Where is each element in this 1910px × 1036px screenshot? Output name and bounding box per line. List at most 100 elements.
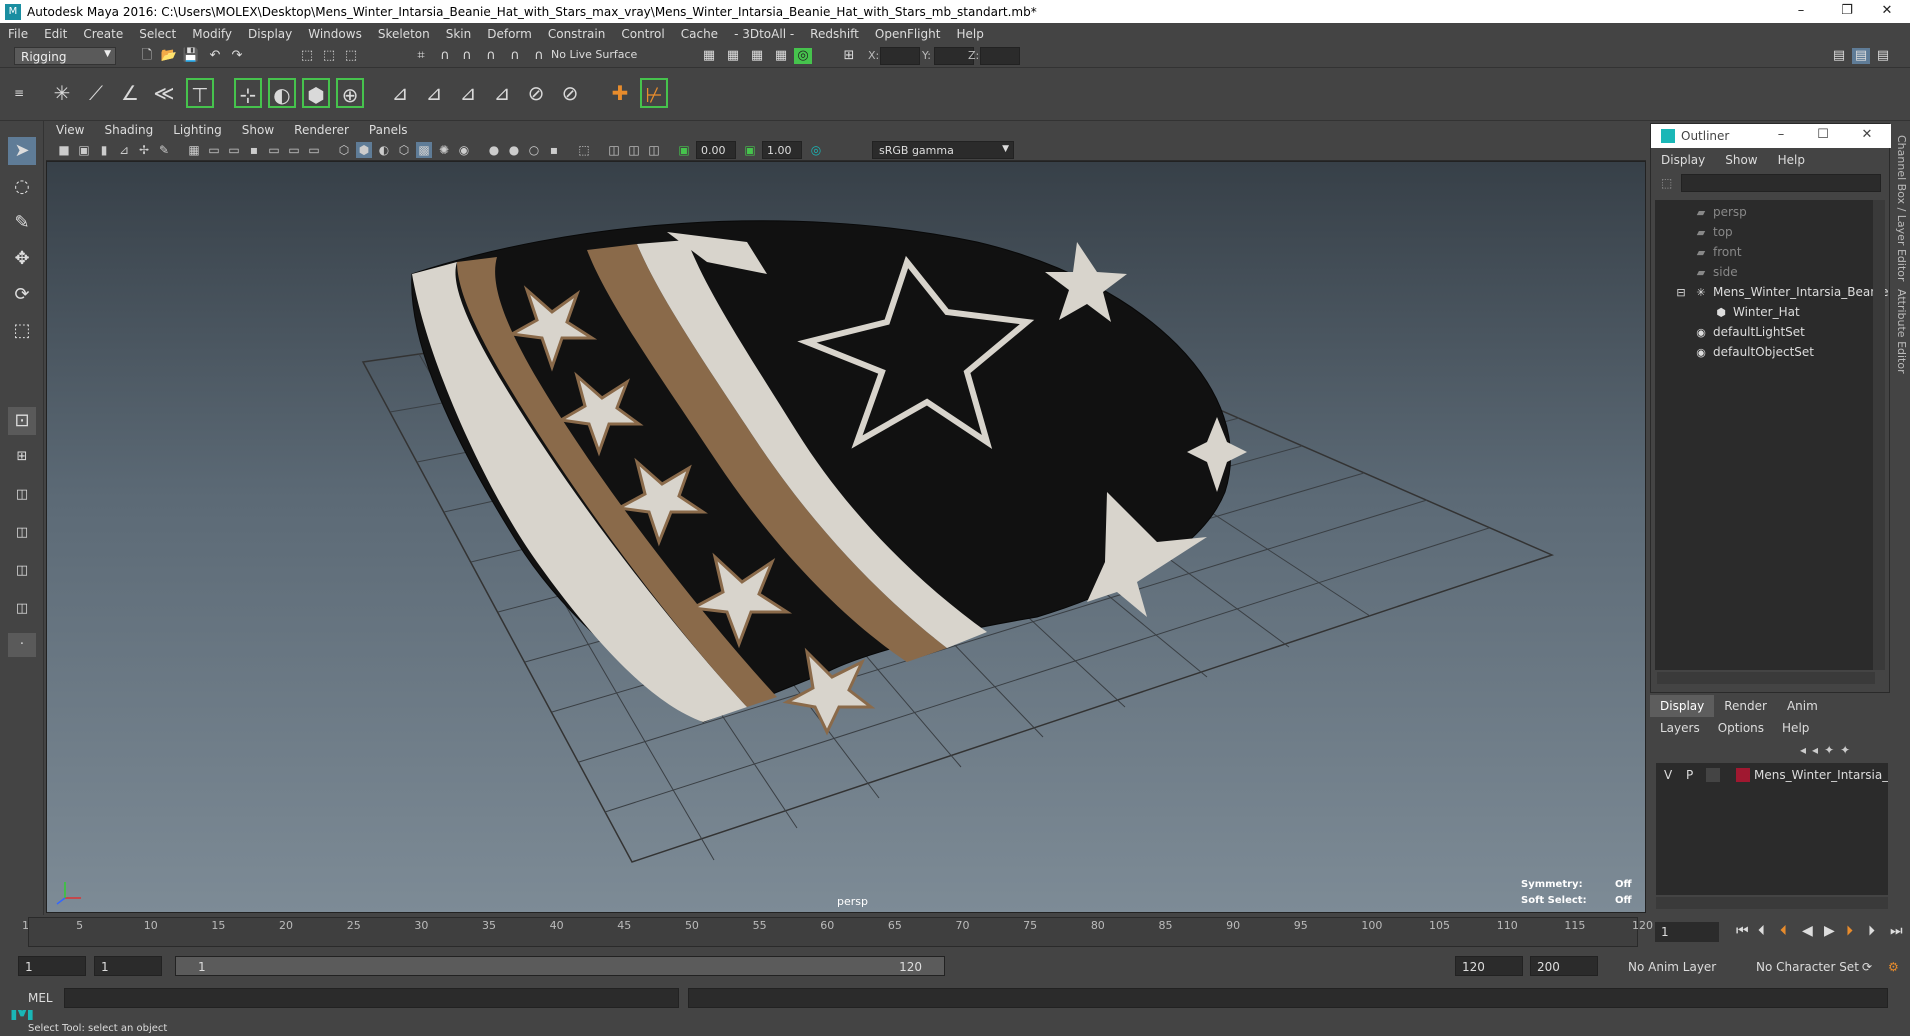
color-management-icon[interactable]: ◎ [808, 142, 824, 158]
quick-rig-icon[interactable]: ⊤ [186, 78, 214, 108]
layer-menu-options[interactable]: Options [1718, 721, 1764, 735]
move-layer-down-icon[interactable]: ◂ [1812, 743, 1824, 757]
rotate-tool-icon[interactable]: ⟳ [8, 281, 36, 309]
scale-constraint-icon[interactable]: ⊿ [488, 78, 516, 108]
open-scene-icon[interactable]: 📂 [160, 48, 178, 64]
safe-title-icon[interactable]: ▭ [306, 142, 322, 158]
select-camera-icon[interactable]: ■ [56, 142, 72, 158]
wireframe-icon[interactable]: ⬡ [336, 142, 352, 158]
outliner-menu-help[interactable]: Help [1768, 153, 1815, 167]
bookmark-icon[interactable]: ▮ [96, 142, 112, 158]
select-component-icon[interactable]: ⬚ [342, 48, 360, 64]
ipr-render-icon[interactable]: ▦ [748, 48, 766, 64]
play-forwards-icon[interactable]: ▶ [1824, 923, 1835, 939]
xray-joints-icon[interactable]: ◫ [646, 142, 662, 158]
snap-surface-icon[interactable]: ∩ [506, 48, 524, 64]
channel-box-layer-editor-tab[interactable]: Channel Box / Layer Editor [1895, 135, 1908, 282]
current-frame-field[interactable]: 1 [1655, 922, 1719, 942]
menu-redshift[interactable]: Redshift [802, 27, 867, 41]
outliner-item-beanie-group[interactable]: ⊟ ✳ Mens_Winter_Intarsia_Beanie [1673, 282, 1888, 302]
snap-grid-icon[interactable]: ⌗ [412, 48, 430, 64]
menu-modify[interactable]: Modify [184, 27, 240, 41]
gate-mask-icon[interactable]: ▪ [246, 142, 262, 158]
pole-vector-icon[interactable]: ⊘ [556, 78, 584, 108]
two-d-pan-icon[interactable]: ✢ [136, 142, 152, 158]
input-mode-icon[interactable]: ⊞ [840, 48, 858, 64]
layer-playback-toggle[interactable]: P [1686, 768, 1693, 782]
panel-menu-view[interactable]: View [46, 123, 94, 137]
ik-spline-icon[interactable]: ≪ [150, 78, 178, 108]
select-object-icon[interactable]: ⬚ [320, 48, 338, 64]
shelf-menu-icon[interactable]: ≡ [10, 78, 28, 108]
use-default-material-icon[interactable]: ◐ [376, 142, 392, 158]
screen-space-ao-icon[interactable]: ● [486, 142, 502, 158]
exposure-icon[interactable]: ▣ [676, 142, 692, 158]
gamma-field[interactable]: 1.00 [762, 141, 802, 159]
menu-display[interactable]: Display [240, 27, 300, 41]
collapse-icon[interactable]: ⊟ [1673, 286, 1689, 299]
step-forward-icon[interactable]: ⏵ [1868, 923, 1875, 939]
step-back-key-icon[interactable]: ⏴ [1780, 923, 1787, 939]
lasso-tool-icon[interactable]: ◌ [8, 173, 36, 201]
layer-menu-help[interactable]: Help [1782, 721, 1809, 735]
exposure-field[interactable]: 0.00 [696, 141, 736, 159]
persp-outliner-layout-icon[interactable]: ◫ [8, 521, 36, 545]
joint-tool-icon[interactable]: ✳ [48, 78, 76, 108]
use-all-lights-icon[interactable]: ✺ [436, 142, 452, 158]
grid-toggle-icon[interactable]: ▦ [186, 142, 202, 158]
panel-menu-lighting[interactable]: Lighting [163, 123, 232, 137]
menu-select[interactable]: Select [131, 27, 184, 41]
snap-view-icon[interactable]: ∩ [482, 48, 500, 64]
tab-display[interactable]: Display [1650, 695, 1715, 717]
wireframe-on-shaded-icon[interactable]: ⬡ [396, 142, 412, 158]
undo-icon[interactable]: ↶ [206, 48, 224, 64]
layer-color-swatch[interactable] [1736, 768, 1750, 782]
ik-handle-icon[interactable]: ∠ [116, 78, 144, 108]
menu-3dtoall[interactable]: - 3DtoAll - [726, 27, 802, 41]
safe-action-icon[interactable]: ▭ [286, 142, 302, 158]
outliner-menu-show[interactable]: Show [1715, 153, 1767, 167]
set-driven-key-icon[interactable]: ⊬ [640, 78, 668, 108]
menu-create[interactable]: Create [75, 27, 131, 41]
panel-menu-panels[interactable]: Panels [359, 123, 418, 137]
isolate-select-icon[interactable]: ⬚ [576, 142, 592, 158]
gamma-icon[interactable]: ▣ [742, 142, 758, 158]
attribute-editor-tab[interactable]: Attribute Editor [1895, 289, 1908, 374]
outliner-item-top[interactable]: ▰ top [1693, 222, 1733, 242]
play-backwards-icon[interactable]: ◀ [1802, 923, 1813, 939]
textured-icon[interactable]: ▩ [416, 142, 432, 158]
channel-box-toggle-icon[interactable]: ▤ [1852, 48, 1870, 64]
go-to-start-icon[interactable]: ⏮ [1736, 923, 1749, 939]
scale-tool-icon[interactable]: ⬚ [8, 317, 36, 345]
render-settings-icon[interactable]: ▦ [772, 48, 790, 64]
menu-cache[interactable]: Cache [673, 27, 726, 41]
new-layer-selected-icon[interactable]: ✦ [1840, 743, 1856, 757]
panel-menu-renderer[interactable]: Renderer [284, 123, 359, 137]
xray-icon[interactable]: ◫ [606, 142, 622, 158]
step-back-icon[interactable]: ⏴ [1758, 923, 1765, 939]
motion-blur-icon[interactable]: ● [506, 142, 522, 158]
point-constraint-icon[interactable]: ⊿ [386, 78, 414, 108]
layer-menu-layers[interactable]: Layers [1660, 721, 1700, 735]
cluster-icon[interactable]: ⊕ [336, 78, 364, 108]
field-chart-icon[interactable]: ▭ [266, 142, 282, 158]
outliner-search-input[interactable] [1681, 174, 1881, 192]
outliner-horizontal-scrollbar[interactable] [1657, 672, 1875, 684]
menu-skeleton[interactable]: Skeleton [370, 27, 438, 41]
close-button[interactable]: ✕ [1864, 0, 1910, 23]
layer-horizontal-scrollbar[interactable] [1656, 897, 1888, 909]
paint-weights-icon[interactable]: ◐ [268, 78, 296, 108]
tool-settings-icon[interactable]: ▤ [1874, 48, 1892, 64]
move-layer-up-icon[interactable]: ◂ [1800, 743, 1812, 757]
outliner-item-default-light-set[interactable]: ◉ defaultLightSet [1693, 322, 1805, 342]
panel-menu-show[interactable]: Show [232, 123, 284, 137]
menu-windows[interactable]: Windows [300, 27, 370, 41]
outliner-maximize-button[interactable]: ☐ [1813, 127, 1833, 142]
menu-help[interactable]: Help [948, 27, 991, 41]
anim-layer-dropdown[interactable]: No Anim Layer [1628, 960, 1716, 974]
save-scene-icon[interactable]: 💾 [182, 48, 200, 64]
minimize-button[interactable]: – [1778, 0, 1824, 23]
range-bar[interactable]: 1 120 [175, 956, 945, 976]
new-scene-icon[interactable]: 🗋 [138, 48, 156, 64]
outliner-minimize-button[interactable]: – [1771, 127, 1791, 142]
